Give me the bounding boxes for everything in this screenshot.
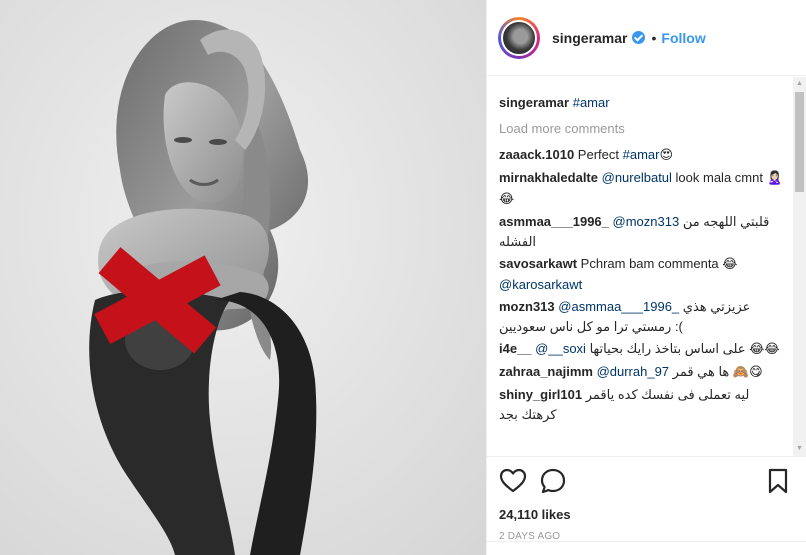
post-actions: 24,110 likes 2 DAYS AGO	[487, 456, 806, 542]
comment-item: savosarkawt Pchram bam commenta 😂 @karos…	[499, 254, 795, 295]
comment-username[interactable]: mozn313	[499, 299, 555, 314]
follow-button[interactable]: Follow	[661, 30, 705, 46]
load-more-comments-button[interactable]: Load more comments	[499, 119, 795, 139]
caption-username[interactable]: singeramar	[499, 95, 569, 110]
comment-mention-link[interactable]: @asmmaa___1996_	[558, 299, 679, 314]
comment-item: zaaack.1010 Perfect #amar😍	[499, 145, 795, 166]
comment-mention-link[interactable]: @durrah_97	[597, 364, 669, 379]
comments-container: zaaack.1010 Perfect #amar😍 mirnakhaledalt…	[499, 145, 795, 425]
comment-item: shiny_girl101 ليه تعملى فى نفسك كده ياقم…	[499, 385, 795, 425]
comment-mention-link[interactable]: @__soxi	[535, 341, 586, 356]
comment-username[interactable]: shiny_girl101	[499, 387, 582, 402]
comment-text: على اساس بتاخذ رايك بحياتها	[585, 341, 750, 356]
comments-list[interactable]: singeramar #amar Load more comments zaaa…	[487, 77, 795, 456]
caption: singeramar #amar	[499, 93, 795, 113]
action-row	[499, 467, 792, 495]
comment-bubble-icon[interactable]	[539, 467, 567, 495]
post-photo	[0, 0, 486, 555]
likes-count[interactable]: 24,110 likes	[499, 507, 792, 522]
scroll-up-arrow-icon[interactable]: ▲	[793, 77, 806, 91]
heart-icon[interactable]	[499, 467, 527, 495]
instagram-post: singeramar • Follow singeramar #amar Loa…	[0, 0, 806, 555]
divider	[487, 541, 806, 542]
comment-username[interactable]: zaaack.1010	[499, 147, 574, 162]
comment-username[interactable]: asmmaa___1996_	[499, 214, 609, 229]
post-header: singeramar • Follow	[487, 0, 806, 76]
scroll-down-arrow-icon[interactable]: ▼	[793, 442, 806, 456]
comment-item: asmmaa___1996_ @mozn313 قلبتي اللهجه من …	[499, 212, 795, 252]
avatar[interactable]	[501, 19, 537, 56]
comment-username[interactable]: mirnakhaledalte	[499, 170, 598, 185]
comments-scrollbar[interactable]: ▲ ▼	[793, 77, 806, 456]
comment-text: Pchram bam commenta	[577, 256, 723, 271]
bookmark-icon[interactable]	[764, 467, 792, 495]
comment-text: look mala cmnt	[671, 170, 767, 185]
header-username[interactable]: singeramar	[552, 30, 627, 46]
comment-username[interactable]: zahraa_najimm	[499, 364, 593, 379]
comment-item: mirnakhaledalte @nurelbatul look mala cm…	[499, 168, 795, 210]
comment-text: ها هي قمر	[669, 364, 733, 379]
comment-mention-link[interactable]: #amar	[623, 147, 660, 162]
story-ring[interactable]	[498, 16, 540, 59]
comment-username[interactable]: savosarkawt	[499, 256, 577, 271]
header-separator: •	[651, 29, 657, 46]
comment-mention-link[interactable]: @karosarkawt	[499, 277, 582, 292]
comment-emoji: 🙈😋	[732, 365, 763, 380]
scrollbar-thumb[interactable]	[795, 92, 804, 192]
comment-text: Perfect	[574, 147, 623, 162]
comment-emoji: 😍	[659, 148, 674, 163]
post-image[interactable]	[0, 0, 487, 555]
verified-badge-icon	[632, 31, 646, 44]
caption-hashtag[interactable]: #amar	[573, 95, 610, 110]
comment-username[interactable]: i4e__	[499, 341, 532, 356]
comment-item: i4e__ @__soxi على اساس بتاخذ رايك بحياته…	[499, 339, 795, 360]
post-sidebar: singeramar • Follow singeramar #amar Loa…	[487, 0, 806, 555]
comment-emoji: 😂	[722, 257, 738, 272]
comment-mention-link[interactable]: @mozn313	[613, 214, 680, 229]
comment-emoji: 😂😂	[749, 342, 780, 357]
comment-item: zahraa_najimm @durrah_97 ها هي قمر 🙈😋	[499, 362, 795, 383]
comment-mention-link[interactable]: @nurelbatul	[602, 170, 672, 185]
comment-item: mozn313 @asmmaa___1996_ عزيزتي هذي رمستي…	[499, 297, 795, 337]
